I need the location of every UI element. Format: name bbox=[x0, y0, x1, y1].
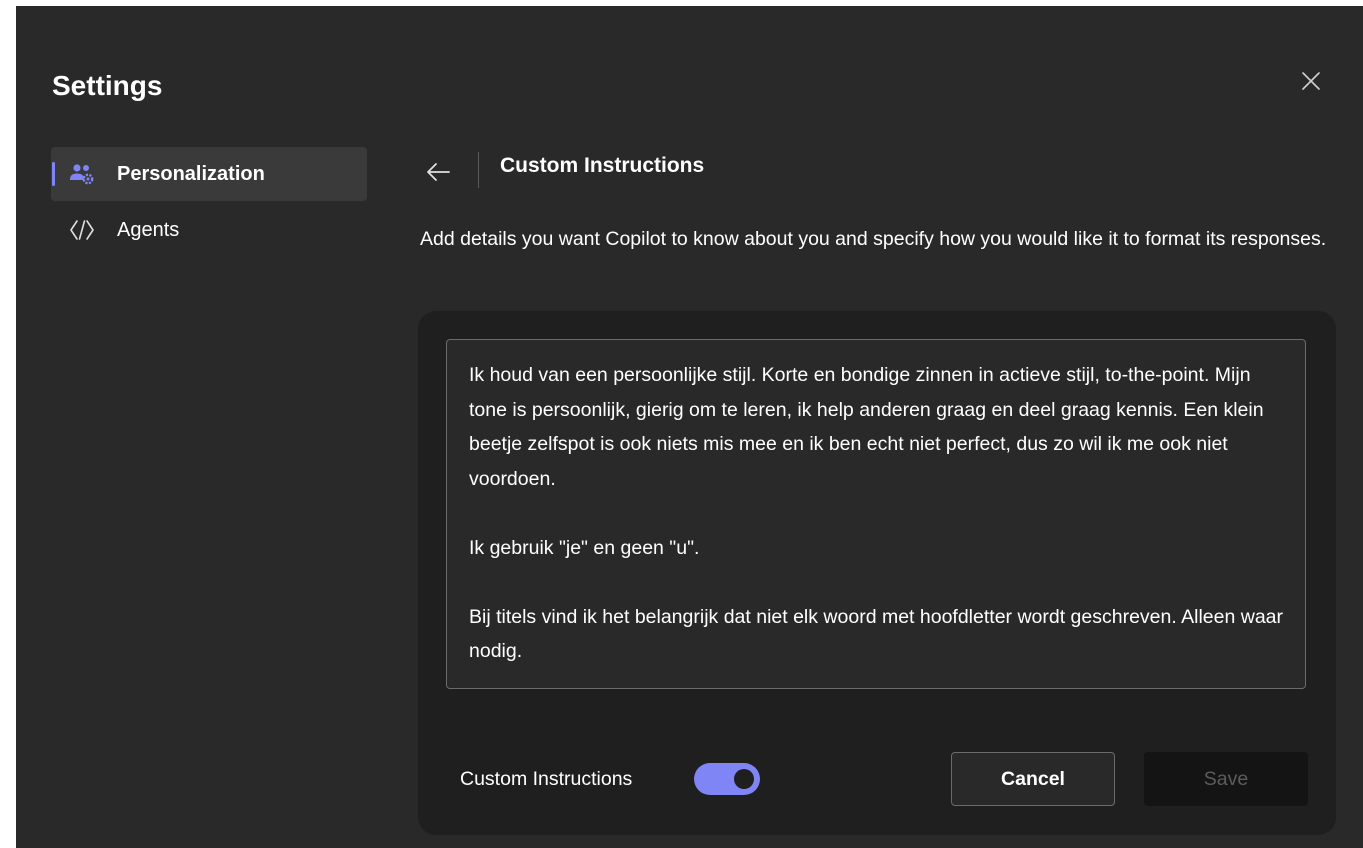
close-icon bbox=[1302, 72, 1320, 90]
sidebar-item-personalization[interactable]: Personalization bbox=[51, 147, 367, 201]
agents-icon bbox=[69, 218, 95, 242]
toggle-knob bbox=[734, 769, 754, 789]
close-button[interactable] bbox=[1296, 66, 1326, 96]
people-settings-icon bbox=[69, 162, 95, 186]
arrow-left-icon bbox=[427, 163, 450, 181]
dialog-title: Settings bbox=[52, 70, 163, 101]
settings-dialog: Settings Personalization Agents Custom I… bbox=[16, 6, 1363, 848]
header-divider bbox=[478, 152, 479, 188]
save-button[interactable]: Save bbox=[1144, 752, 1308, 806]
cancel-button[interactable]: Cancel bbox=[951, 752, 1115, 806]
sidebar-item-label: Agents bbox=[117, 218, 180, 241]
instructions-textarea[interactable]: Ik houd van een persoonlijke stijl. Kort… bbox=[446, 339, 1306, 689]
sidebar-item-label: Personalization bbox=[117, 162, 265, 185]
custom-instructions-card: Ik houd van een persoonlijke stijl. Kort… bbox=[418, 311, 1336, 835]
section-description: Add details you want Copilot to know abo… bbox=[420, 228, 1327, 250]
sidebar-item-agents[interactable]: Agents bbox=[51, 203, 367, 257]
custom-instructions-toggle[interactable] bbox=[694, 763, 760, 795]
section-title: Custom Instructions bbox=[500, 154, 705, 177]
selected-indicator bbox=[52, 162, 55, 186]
back-button[interactable] bbox=[420, 154, 456, 190]
toggle-label: Custom Instructions bbox=[460, 768, 633, 790]
